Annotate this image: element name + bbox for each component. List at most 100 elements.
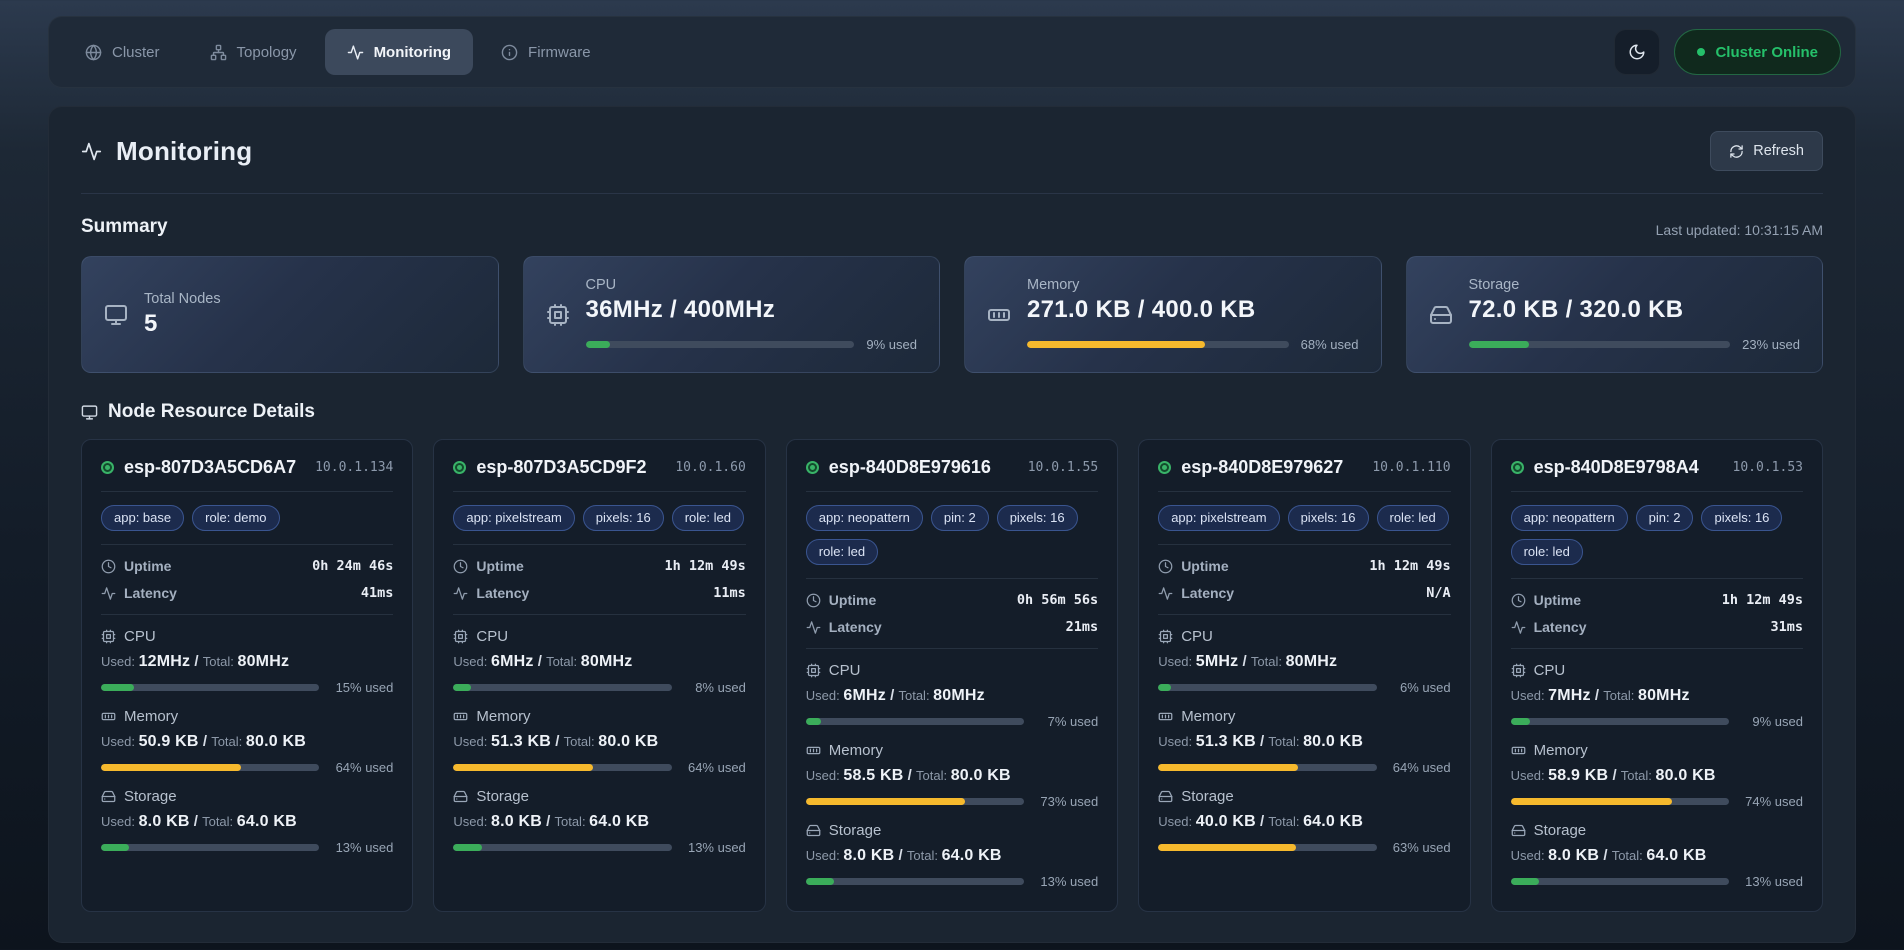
node-cpu-progress-fill (1158, 684, 1171, 691)
node-name: esp-840D8E9798A4 (1534, 457, 1699, 478)
resource-label-row: Storage (806, 822, 1098, 839)
node-status-dot-icon (1158, 461, 1171, 474)
latency-label: Latency (829, 619, 882, 635)
node-header: esp-840D8E97961610.0.1.55 (806, 457, 1098, 478)
latency-row: Latency31ms (1511, 619, 1803, 635)
uptime-row: Uptime1h 12m 49s (453, 558, 745, 574)
node-storage-progress-fill (1511, 878, 1539, 885)
resource-storage: StorageUsed: 8.0 KB / Total: 64.0 KB13% … (1511, 822, 1803, 889)
node-header: esp-840D8E97962710.0.1.110 (1158, 457, 1450, 478)
slash-separator: / (542, 813, 555, 830)
cpu-icon (1158, 629, 1173, 644)
refresh-button[interactable]: Refresh (1710, 131, 1823, 171)
activity-icon (1158, 586, 1173, 601)
node-storage-progress-bar (1511, 878, 1729, 885)
resource-label-row: CPU (806, 662, 1098, 679)
resource-label: Memory (829, 742, 883, 759)
summary-title: Summary (81, 216, 168, 238)
node-card: esp-840D8E97962710.0.1.110app: pixelstre… (1138, 439, 1470, 912)
summary-card-body: Memory271.0 KB / 400.0 KB68% used (1027, 277, 1359, 352)
resource-label: Storage (476, 788, 529, 805)
node-tag: pixels: 16 (1288, 505, 1369, 531)
resource-used-value: 8.0 KB (139, 813, 190, 830)
slash-separator: / (1256, 813, 1269, 830)
resource-total-value: 64.0 KB (942, 847, 1002, 864)
node-name: esp-807D3A5CD9F2 (476, 457, 646, 478)
resource-label-row: Storage (1158, 788, 1450, 805)
node-header: esp-807D3A5CD9F210.0.1.60 (453, 457, 745, 478)
node-cpu-progress-bar (806, 718, 1024, 725)
resource-cpu: CPUUsed: 6MHz / Total: 80MHz8% used (453, 628, 745, 695)
summary-card-storage: Storage72.0 KB / 320.0 KB23% used (1406, 256, 1824, 373)
resource-label: CPU (1181, 628, 1213, 645)
resource-usage-text: Used: 58.5 KB / Total: 80.0 KB (806, 767, 1098, 785)
resource-used-value: 6MHz (491, 653, 534, 670)
node-cpu-progress-bar (1158, 684, 1376, 691)
resource-label-row: Memory (453, 708, 745, 725)
node-tags: app: pixelstreampixels: 16role: led (453, 505, 745, 531)
tab-label-monitoring: Monitoring (374, 44, 451, 61)
page-header: Monitoring Refresh (81, 131, 1823, 194)
theme-toggle-button[interactable] (1614, 29, 1660, 75)
node-cpu-progress-fill (453, 684, 470, 691)
activity-icon (806, 620, 821, 635)
tab-topology[interactable]: Topology (188, 29, 319, 75)
divider (1511, 578, 1803, 579)
resource-used-value: 8.0 KB (1548, 847, 1599, 864)
resource-label: Storage (1181, 788, 1234, 805)
summary-card-label: CPU (586, 277, 918, 293)
node-name: esp-840D8E979616 (829, 457, 991, 478)
resource-label-row: CPU (1511, 662, 1803, 679)
summary-card-label: Memory (1027, 277, 1359, 293)
clock-icon (1511, 593, 1526, 608)
divider (101, 614, 393, 615)
uptime-label: Uptime (1534, 592, 1581, 608)
node-storage-percent-label: 13% used (1739, 874, 1803, 889)
resource-label: Memory (1181, 708, 1235, 725)
node-cpu-percent-label: 15% used (329, 680, 393, 695)
node-status-dot-icon (1511, 461, 1524, 474)
resource-total-value: 80MHz (237, 653, 289, 670)
resource-used-value: 58.5 KB (843, 767, 903, 784)
latency-value: 21ms (1066, 619, 1099, 635)
resource-used-value: 50.9 KB (139, 733, 199, 750)
slash-separator: / (1256, 733, 1269, 750)
node-storage-percent-label: 13% used (1034, 874, 1098, 889)
uptime-value: 0h 24m 46s (312, 558, 393, 574)
resource-used-value: 51.3 KB (1196, 733, 1256, 750)
tab-firmware[interactable]: Firmware (479, 29, 613, 75)
slash-separator: / (903, 767, 916, 784)
resource-memory: MemoryUsed: 51.3 KB / Total: 80.0 KB64% … (453, 708, 745, 775)
divider (806, 491, 1098, 492)
refresh-label: Refresh (1753, 143, 1804, 159)
resource-label-row: Memory (1511, 742, 1803, 759)
resource-label: CPU (829, 662, 861, 679)
nodes-title: Node Resource Details (81, 401, 1823, 423)
resource-label: Storage (829, 822, 882, 839)
resource-used-value: 12MHz (139, 653, 191, 670)
uptime-row: Uptime0h 24m 46s (101, 558, 393, 574)
tab-monitoring[interactable]: Monitoring (325, 29, 473, 75)
memory-icon (987, 303, 1011, 327)
cpu-icon (453, 629, 468, 644)
latency-label: Latency (476, 585, 529, 601)
resource-total-value: 64.0 KB (1303, 813, 1363, 830)
cpu-icon (806, 663, 821, 678)
slash-separator: / (199, 733, 212, 750)
activity-icon (453, 586, 468, 601)
node-tag: app: pixelstream (453, 505, 574, 531)
resource-label-row: Storage (101, 788, 393, 805)
tab-cluster[interactable]: Cluster (63, 29, 182, 75)
harddrive-icon (1511, 823, 1526, 838)
activity-icon (81, 141, 102, 162)
node-memory-percent-label: 64% used (1387, 760, 1451, 775)
resource-usage-text: Used: 7MHz / Total: 80MHz (1511, 687, 1803, 705)
resource-label-row: CPU (453, 628, 745, 645)
divider (453, 614, 745, 615)
latency-row: Latency11ms (453, 585, 745, 601)
resource-usage-text: Used: 51.3 KB / Total: 80.0 KB (1158, 733, 1450, 751)
node-tag: pixels: 16 (583, 505, 664, 531)
node-storage-usage-row: 13% used (101, 840, 393, 855)
divider (101, 491, 393, 492)
resource-used-value: 5MHz (1196, 653, 1239, 670)
